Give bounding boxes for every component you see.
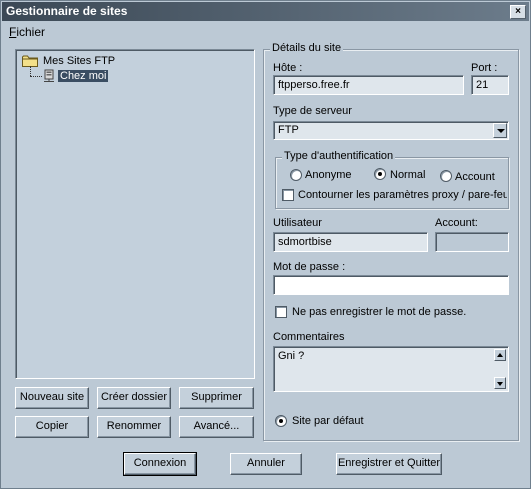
create-folder-button[interactable]: Créer dossier: [97, 387, 171, 409]
tree-site-label: Chez moi: [58, 70, 109, 82]
auth-type-legend: Type d'authentification: [282, 150, 396, 162]
comments-value: Gni ?: [278, 350, 305, 362]
server-type-select[interactable]: FTP: [273, 121, 509, 140]
auth-normal-label: Normal: [390, 169, 426, 181]
scroll-down-icon[interactable]: [494, 377, 506, 389]
site-manager-window: Gestionnaire de sites × Fichier Mes Site…: [0, 0, 531, 489]
menu-fichier-label: ichier: [16, 25, 46, 39]
auth-account-label: Account: [455, 171, 495, 183]
save-quit-button[interactable]: Enregistrer et Quitter: [336, 453, 442, 475]
account-label: Account:: [435, 217, 478, 229]
tree-site-item[interactable]: Chez moi: [42, 69, 109, 83]
advanced-button[interactable]: Avancé...: [179, 416, 254, 438]
password-label: Mot de passe :: [273, 261, 346, 273]
auth-normal-radio[interactable]: [374, 168, 386, 180]
delete-button[interactable]: Supprimer: [179, 387, 254, 409]
site-details-legend: Détails du site: [270, 42, 344, 54]
menu-bar: Fichier: [9, 25, 45, 39]
tree-root-label: Mes Sites FTP: [43, 55, 116, 67]
close-icon: ×: [515, 6, 521, 17]
title-bar[interactable]: Gestionnaire de sites ×: [2, 2, 529, 21]
comments-textarea[interactable]: Gni ?: [273, 346, 509, 392]
port-label: Port :: [471, 62, 498, 74]
default-site-radio[interactable]: [275, 415, 287, 427]
site-tree[interactable]: Mes Sites FTP Chez moi: [15, 49, 255, 379]
copy-button[interactable]: Copier: [15, 416, 89, 438]
scroll-up-icon[interactable]: [494, 349, 506, 361]
bypass-proxy-checkbox[interactable]: [282, 189, 294, 201]
server-type-label: Type de serveur: [273, 105, 352, 117]
no-save-password-label: Ne pas enregistrer le mot de passe.: [292, 306, 467, 318]
comments-label: Commentaires: [273, 331, 345, 343]
tree-root-item[interactable]: Mes Sites FTP: [22, 54, 117, 68]
chevron-down-icon[interactable]: [493, 123, 507, 138]
user-label: Utilisateur: [273, 217, 322, 229]
window-title: Gestionnaire de sites: [6, 4, 128, 18]
server-icon: [44, 69, 54, 82]
default-site-label: Site par défaut: [292, 415, 364, 427]
host-label: Hôte :: [273, 62, 303, 74]
account-input[interactable]: [435, 232, 509, 252]
server-type-value: FTP: [278, 124, 299, 136]
auth-type-group: Type d'authentification: [275, 150, 509, 209]
connect-button[interactable]: Connexion: [123, 452, 197, 476]
menu-fichier[interactable]: Fichier: [9, 25, 45, 39]
no-save-password-checkbox[interactable]: [275, 306, 287, 318]
user-input[interactable]: sdmortbise: [273, 232, 428, 252]
close-button[interactable]: ×: [510, 5, 526, 19]
auth-anonymous-radio[interactable]: [290, 169, 302, 181]
auth-account-radio[interactable]: [440, 170, 452, 182]
password-input[interactable]: [273, 275, 509, 295]
cancel-button[interactable]: Annuler: [230, 453, 302, 475]
new-site-button[interactable]: Nouveau site: [15, 387, 89, 409]
port-input[interactable]: 21: [471, 75, 509, 95]
tree-connector: [30, 66, 31, 76]
rename-button[interactable]: Renommer: [97, 416, 171, 438]
host-input[interactable]: ftpperso.free.fr: [273, 75, 464, 95]
auth-anonymous-label: Anonyme: [305, 169, 352, 181]
bypass-proxy-label: Contourner les paramètres proxy / pare-f…: [298, 189, 507, 201]
tree-connector-branch: [30, 76, 42, 77]
